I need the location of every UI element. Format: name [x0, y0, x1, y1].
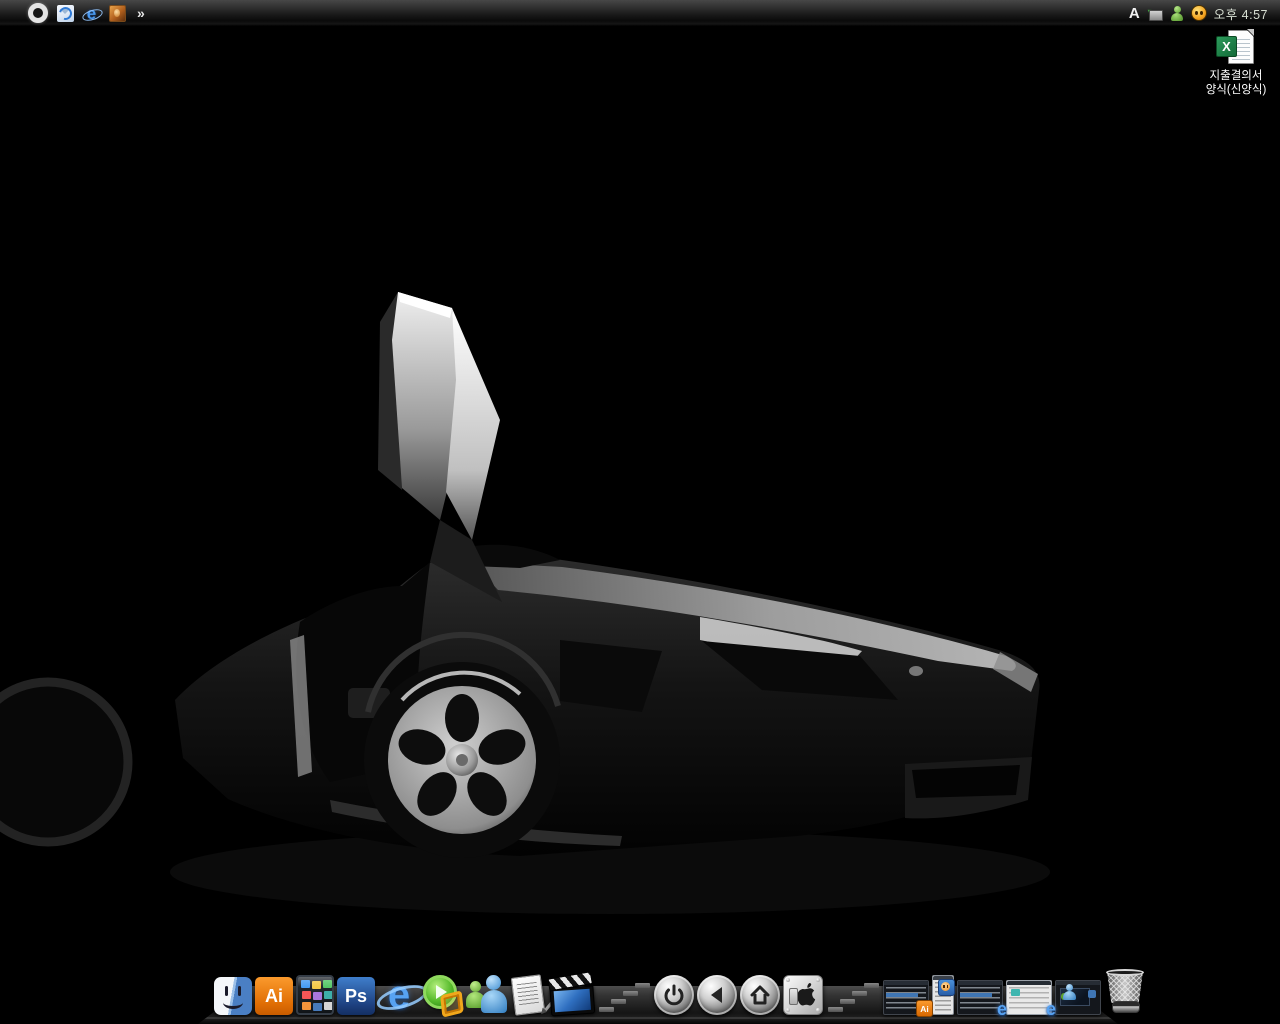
window-titlebar: [1007, 981, 1051, 985]
app-box-stack-icon[interactable]: [296, 975, 334, 1015]
apple-box-icon[interactable]: [783, 975, 823, 1015]
msn-blue-person: [481, 990, 507, 1013]
person-head: [1066, 984, 1073, 991]
home-button[interactable]: [740, 975, 780, 1015]
launcher-ring-icon[interactable]: [28, 3, 48, 23]
trash-icon[interactable]: [1104, 969, 1146, 1015]
photoshop-icon[interactable]: Ps: [337, 977, 375, 1015]
internet-explorer-dock-icon[interactable]: e: [378, 975, 420, 1015]
outlook-express-icon[interactable]: [57, 5, 74, 22]
dock-front-lip: [198, 1017, 1118, 1019]
messenger-character-badge: [938, 979, 955, 996]
app-chip: [302, 991, 311, 999]
menu-bar-launch-icons: e »: [28, 3, 146, 23]
video-control: [1088, 990, 1096, 998]
screw: [816, 978, 820, 982]
ime-indicator[interactable]: A: [1129, 5, 1140, 22]
home-icon: [749, 984, 771, 1006]
back-button[interactable]: [697, 975, 737, 1015]
minimized-window-illustrator[interactable]: Ai: [883, 980, 929, 1015]
dock: Ai Ps e: [214, 969, 1146, 1015]
illustrator-badge: Ai: [916, 1000, 933, 1017]
window-titlebar: [884, 981, 928, 985]
desktop-icon-label: 지출결의서 양식(신양식): [1196, 69, 1276, 97]
webpage-image: [1011, 989, 1020, 996]
smiley-eye: [1195, 11, 1198, 15]
app-chip: [324, 991, 333, 999]
label-line-1: 지출결의서: [1196, 69, 1276, 83]
person-body: [1063, 991, 1076, 1000]
dock-separator-steps: [826, 983, 880, 1015]
screw: [816, 1008, 820, 1012]
internet-explorer-icon[interactable]: e: [83, 5, 100, 22]
page-fold: [1247, 30, 1254, 37]
minimized-window-ie-2[interactable]: e: [1006, 980, 1052, 1015]
overflow-chevron[interactable]: »: [137, 5, 146, 21]
minimized-window-ie-1[interactable]: e: [957, 980, 1003, 1015]
character-face: [941, 982, 950, 991]
illustrator-label: Ai: [265, 986, 283, 1007]
photoshop-label: Ps: [345, 986, 367, 1007]
person-body: [1171, 13, 1183, 21]
desktop-icon-excel-form[interactable]: X 지출결의서 양식(신양식): [1196, 30, 1276, 97]
power-icon: [663, 984, 685, 1006]
power-button[interactable]: [654, 975, 694, 1015]
window-selection-row: [886, 993, 918, 997]
excel-x-badge: X: [1216, 36, 1237, 57]
oe-swoosh: [57, 4, 75, 22]
ie-badge: e: [997, 1001, 1007, 1017]
smiley-tray-icon[interactable]: [1191, 5, 1207, 21]
app-chip: [313, 1003, 322, 1011]
minimized-window-media[interactable]: [1055, 980, 1101, 1015]
person-head: [1174, 6, 1181, 13]
window-selection-row: [960, 993, 992, 997]
office-logo: [440, 990, 464, 1017]
desktop-screen: e » A 오후 4:57: [0, 0, 1280, 1024]
trash-rim: [1106, 969, 1144, 976]
movie-clapper-icon[interactable]: [549, 976, 596, 1017]
picture-viewer-icon[interactable]: [109, 5, 126, 22]
ie-badge: e: [1046, 1001, 1056, 1017]
finder-icon[interactable]: [214, 977, 252, 1015]
finder-smile: [223, 996, 243, 1009]
app-chip: [302, 1002, 311, 1010]
msn-green-person: [470, 981, 481, 992]
screw: [786, 1008, 790, 1012]
apple-logo: [795, 982, 817, 1008]
document-lines: [517, 982, 540, 1006]
picture-figure: [114, 9, 120, 17]
finder-eye: [238, 986, 241, 996]
screw: [786, 978, 790, 982]
back-triangle-icon: [707, 985, 727, 1005]
smiley-eye: [1200, 11, 1203, 15]
illustrator-icon[interactable]: Ai: [255, 977, 293, 1015]
messenger-tray-icon[interactable]: [1170, 6, 1184, 21]
window-content: [960, 987, 1000, 1012]
box-shine: [298, 977, 332, 987]
msn-messenger-icon[interactable]: [466, 975, 508, 1015]
finder-eye: [225, 986, 228, 996]
trash-base: [1112, 1001, 1140, 1013]
metal-clip: [789, 988, 798, 1005]
dock-separator-steps: [597, 983, 651, 1015]
device-card: [1149, 10, 1163, 21]
msn-blue-person: [486, 975, 501, 990]
minimized-window-messenger[interactable]: [932, 975, 954, 1015]
excel-document-icon: X: [1216, 30, 1256, 66]
tray-clock: 오후 4:57: [1214, 4, 1272, 23]
system-tray: A 오후 4:57: [1129, 4, 1272, 23]
clapper-image: [554, 989, 591, 1012]
label-line-2: 양식(신양식): [1196, 83, 1276, 97]
media-player-office-icon[interactable]: [423, 975, 463, 1015]
app-chip: [313, 992, 322, 1000]
app-chip: [324, 1002, 333, 1010]
text-document-icon[interactable]: [511, 975, 547, 1015]
wallpaper-car-image: [0, 0, 1280, 1024]
messenger-person-badge: [1061, 984, 1077, 1000]
window-titlebar: [958, 981, 1002, 985]
top-menu-bar: e » A 오후 4:57: [0, 0, 1280, 27]
ie-orbit: [81, 7, 104, 23]
safely-remove-hardware-icon[interactable]: [1147, 7, 1163, 20]
